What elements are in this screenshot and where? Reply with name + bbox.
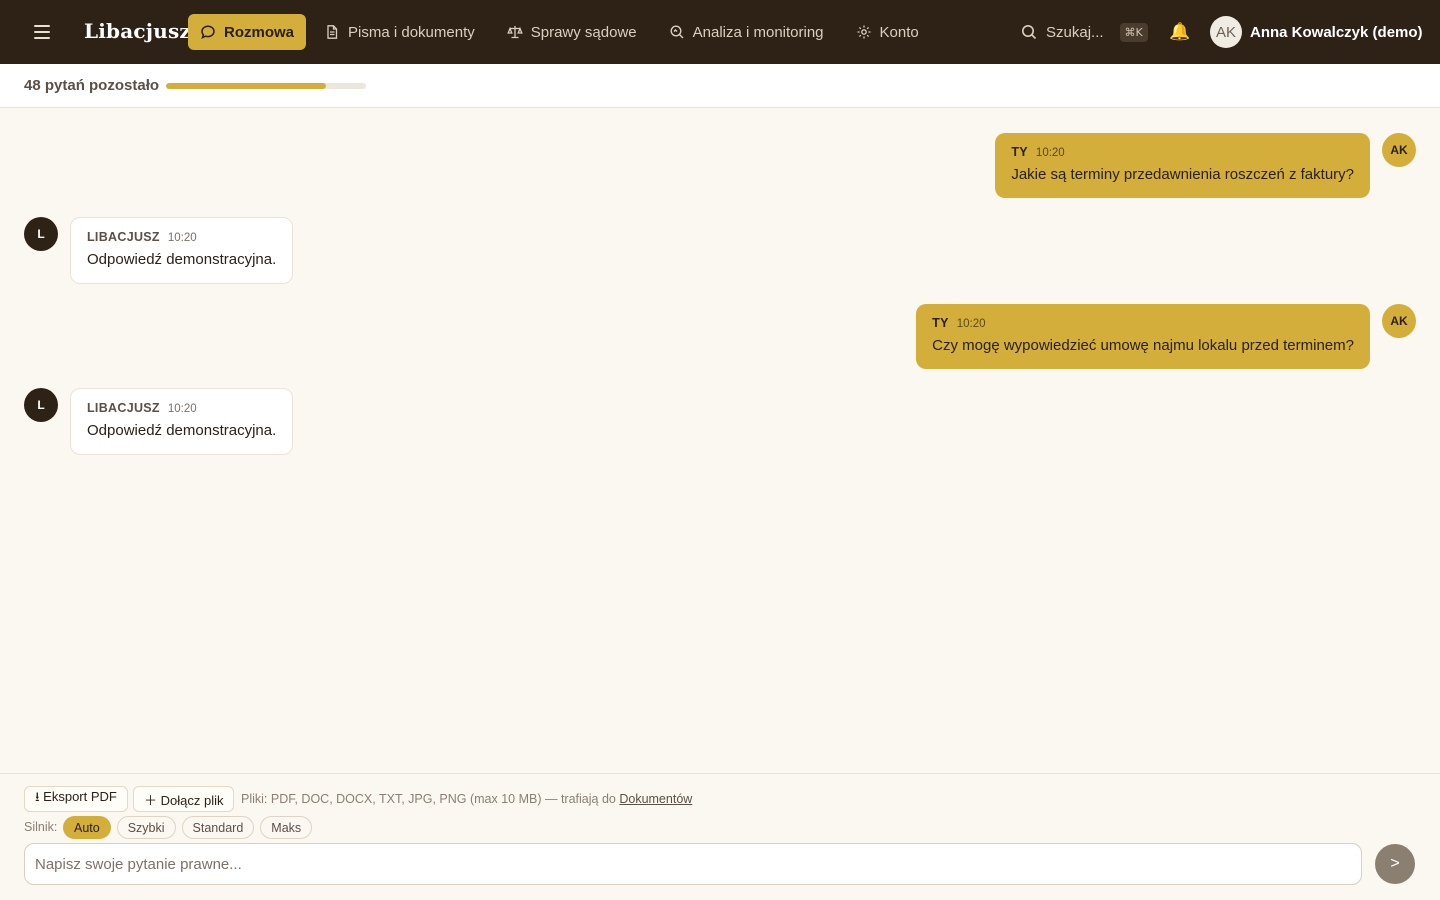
user-name: Anna Kowalczyk (demo)	[1250, 23, 1423, 41]
gear-icon	[857, 25, 871, 39]
avatar: AK	[1382, 133, 1416, 167]
magnifier-icon	[670, 25, 684, 39]
search-button[interactable]: Szukaj... ⌘K	[1020, 20, 1148, 44]
avatar: AK	[1210, 16, 1242, 48]
assistant-message: LIBACJUSZ 10:20 Odpowiedź demonstracyjna…	[70, 388, 294, 455]
message-time: 10:20	[167, 232, 197, 244]
app-logo[interactable]: Libacjusz	[84, 19, 191, 43]
nav-item-konto[interactable]: Konto	[842, 14, 933, 50]
engine-option-szybki[interactable]: Szybki	[116, 816, 176, 839]
files-note: Pliki: PDF, DOC, DOCX, TXT, JPG, PNG (ma…	[241, 792, 692, 806]
scales-icon	[506, 26, 523, 39]
main-nav: Rozmowa Pisma i dokumenty Sprawy sądowe …	[188, 14, 933, 50]
avatar: AK	[1382, 304, 1416, 338]
message-author: TY	[932, 316, 949, 330]
message-text: Odpowiedź demonstracyjna.	[87, 422, 277, 439]
message-time: 10:20	[167, 403, 197, 415]
composer: ⭳ Eksport PDF ＋ Dołącz plik Pliki: PDF, …	[0, 773, 1440, 900]
send-button[interactable]: >	[1375, 844, 1415, 884]
message-author: LIBACJUSZ	[87, 401, 160, 415]
nav-item-label: Konto	[879, 23, 919, 41]
bell-icon[interactable]: 🔔	[1169, 21, 1191, 43]
nav-item-rozmowa[interactable]: Rozmowa	[188, 14, 307, 50]
nav-item-label: Pisma i dokumenty	[348, 23, 475, 41]
search-icon	[1022, 25, 1037, 40]
engine-option-auto[interactable]: Auto	[63, 816, 111, 839]
hamburger-menu-icon[interactable]	[30, 20, 54, 44]
nav-item-analiza[interactable]: Analiza i monitoring	[655, 14, 838, 50]
chat-bubble-icon	[201, 25, 215, 39]
attach-file-button[interactable]: ＋ Dołącz plik	[133, 786, 235, 812]
user-message: TY 10:20 Czy mogę wypowiedzieć umowę naj…	[916, 304, 1370, 369]
quota-progress-fill	[166, 83, 326, 89]
nav-item-label: Sprawy sądowe	[530, 23, 637, 41]
nav-item-label: Analiza i monitoring	[692, 23, 824, 41]
search-shortcut-badge: ⌘K	[1119, 22, 1148, 42]
message-author: TY	[1011, 145, 1028, 159]
engine-label: Silnik:	[24, 820, 58, 834]
question-input[interactable]	[24, 843, 1362, 885]
nav-item-label: Rozmowa	[224, 23, 295, 41]
top-bar: Libacjusz Rozmowa Pisma i dokumenty Spra…	[0, 0, 1440, 64]
nav-item-pisma[interactable]: Pisma i dokumenty	[310, 14, 489, 50]
files-note-text: Pliki: PDF, DOC, DOCX, TXT, JPG, PNG (ma…	[241, 792, 616, 806]
message-author: LIBACJUSZ	[87, 230, 160, 244]
nav-item-sprawy[interactable]: Sprawy sądowe	[493, 14, 651, 50]
message-text: Jakie są terminy przedawnienia roszczeń …	[1011, 166, 1354, 183]
documents-link[interactable]: Dokumentów	[619, 792, 692, 806]
quota-text: 48 pytań pozostało	[24, 77, 160, 94]
quota-bar: 48 pytań pozostało	[0, 64, 1440, 108]
engine-option-standard[interactable]: Standard	[181, 816, 255, 839]
user-message: TY 10:20 Jakie są terminy przedawnienia …	[995, 133, 1370, 198]
message-time: 10:20	[1035, 147, 1065, 159]
message-text: Czy mogę wypowiedzieć umowę najmu lokalu…	[932, 337, 1354, 354]
search-label: Szukaj...	[1046, 23, 1104, 41]
document-icon	[327, 25, 338, 39]
engine-selector: Auto Szybki Standard Maks	[63, 816, 313, 839]
message-text: Odpowiedź demonstracyjna.	[87, 251, 277, 268]
quota-progress	[166, 83, 366, 89]
avatar: L	[24, 388, 58, 422]
user-menu[interactable]: AK Anna Kowalczyk (demo)	[1210, 16, 1423, 48]
assistant-message: LIBACJUSZ 10:20 Odpowiedź demonstracyjna…	[70, 217, 294, 284]
avatar: L	[24, 217, 58, 251]
export-pdf-button[interactable]: ⭳ Eksport PDF	[24, 786, 128, 812]
engine-option-maks[interactable]: Maks	[260, 816, 313, 839]
message-time: 10:20	[956, 318, 986, 330]
